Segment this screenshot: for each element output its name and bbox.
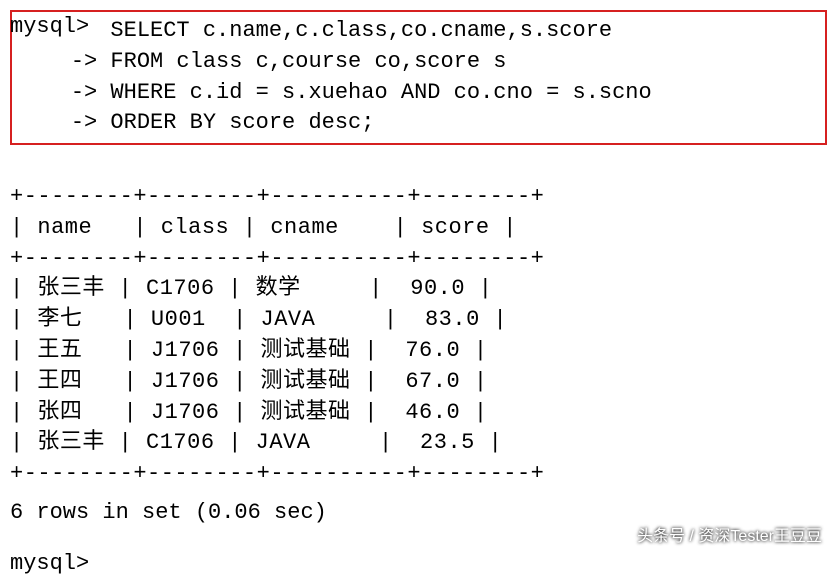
result-table: +--------+--------+----------+--------+ … [10, 151, 827, 490]
continuation-arrow: -> [71, 110, 111, 135]
table-row: | 张三丰 | C1706 | JAVA | 23.5 | [10, 430, 502, 455]
query-line-3: -> WHERE c.id = s.xuehao AND co.cno = s.… [18, 78, 819, 109]
continuation-arrow: -> [71, 80, 111, 105]
table-border-top: +--------+--------+----------+--------+ [10, 184, 544, 209]
query-text-1: SELECT c.name,c.class,co.cname,s.score [110, 18, 612, 43]
mysql-prompt-bottom[interactable]: mysql> [10, 549, 827, 580]
table-header: | name | class | cname | score | [10, 215, 517, 240]
query-text-4: ORDER BY score desc; [110, 110, 374, 135]
table-row: | 王五 | J1706 | 测试基础 | 76.0 | [10, 338, 488, 363]
query-text-3: WHERE c.id = s.xuehao AND co.cno = s.scn… [110, 80, 651, 105]
table-row: | 张四 | J1706 | 测试基础 | 46.0 | [10, 400, 488, 425]
table-border-mid: +--------+--------+----------+--------+ [10, 246, 544, 271]
query-text-2: FROM class c,course co,score s [110, 49, 506, 74]
table-row: | 王四 | J1706 | 测试基础 | 67.0 | [10, 369, 488, 394]
table-row: | 张三丰 | C1706 | 数学 | 90.0 | [10, 276, 492, 301]
query-line-2: -> FROM class c,course co,score s [18, 47, 819, 78]
sql-query-highlight-box: SELECT c.name,c.class,co.cname,s.score -… [10, 10, 827, 145]
query-line-1: SELECT c.name,c.class,co.cname,s.score [18, 16, 819, 47]
query-line-4: -> ORDER BY score desc; [18, 108, 819, 139]
continuation-arrow: -> [71, 49, 111, 74]
watermark: 头条号 / 资深Tester王豆豆 [637, 522, 822, 546]
table-border-bot: +--------+--------+----------+--------+ [10, 461, 544, 486]
table-row: | 李七 | U001 | JAVA | 83.0 | [10, 307, 507, 332]
mysql-prompt: mysql> [10, 14, 89, 39]
